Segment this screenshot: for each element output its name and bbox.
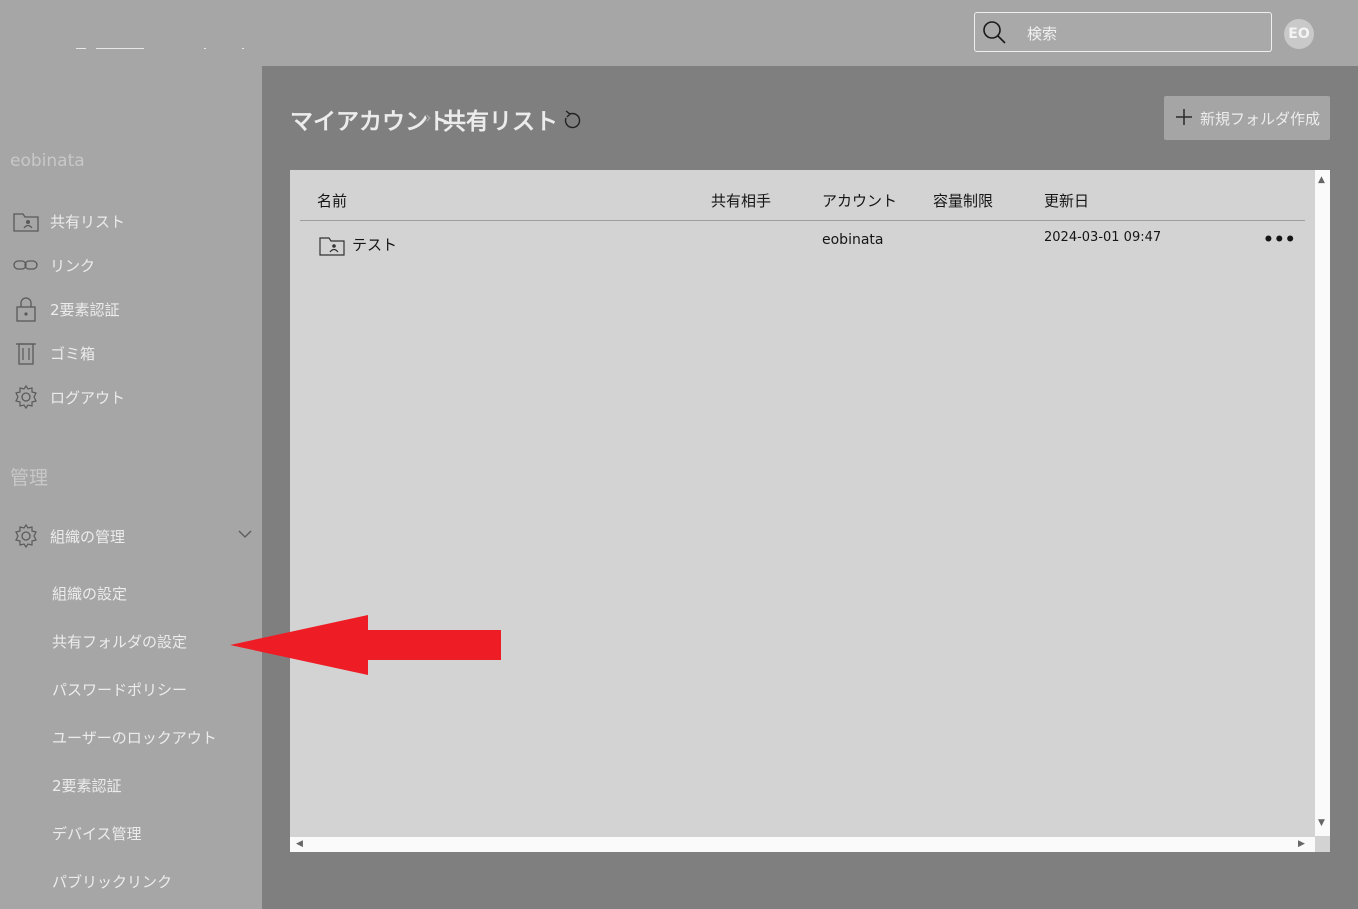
- search-placeholder[interactable]: 検索: [1027, 23, 1057, 44]
- column-header-account[interactable]: アカウント: [822, 190, 897, 211]
- sidebar-item-label: ゴミ箱: [50, 345, 96, 363]
- link-icon: [13, 260, 38, 270]
- more-options-icon[interactable]: •••: [1263, 232, 1296, 253]
- new-folder-button[interactable]: 新規フォルダ作成: [1164, 96, 1330, 140]
- scroll-down-icon[interactable]: ▼: [1318, 818, 1325, 828]
- new-folder-label: 新規フォルダ作成: [1200, 110, 1321, 128]
- sidebar: eobinata 共有リスト リンク 2要素認証 ゴミ箱 ログアウト 管理 組織…: [0, 66, 262, 909]
- folder-user-icon: [319, 237, 345, 256]
- sidebar-item-label: ログアウト: [50, 389, 126, 407]
- sidebar-group-label: 組織の管理: [50, 528, 126, 546]
- annotation-arrow: [230, 615, 501, 675]
- sidebar-group-org-management[interactable]: 組織の管理: [12, 522, 252, 550]
- table-row-updated: 2024-03-01 09:47: [1044, 230, 1162, 245]
- table-row-name[interactable]: テスト: [352, 234, 397, 255]
- chevron-down-icon[interactable]: [236, 528, 254, 540]
- sidebar-subitem-shared-folder-settings[interactable]: 共有フォルダの設定: [52, 631, 187, 652]
- gear-icon: [15, 523, 37, 549]
- sidebar-item-logout[interactable]: ログアウト: [12, 383, 252, 411]
- sidebar-user-name: eobinata: [10, 151, 85, 171]
- header-divider: [300, 220, 1305, 221]
- sidebar-subitem-org-settings[interactable]: 組織の設定: [52, 583, 127, 604]
- scroll-left-icon[interactable]: ◀: [296, 839, 303, 849]
- top-bar: 検索 EO: [0, 0, 1358, 66]
- refresh-icon[interactable]: [561, 108, 583, 132]
- sidebar-item-shared-list[interactable]: 共有リスト: [12, 207, 252, 235]
- annotation-arrow-shape: [230, 615, 501, 675]
- sidebar-subitem-2fa[interactable]: 2要素認証: [52, 775, 122, 796]
- sidebar-subitem-device-management[interactable]: デバイス管理: [52, 823, 142, 844]
- sidebar-item-2fa[interactable]: 2要素認証: [12, 295, 252, 323]
- sidebar-item-trash[interactable]: ゴミ箱: [12, 339, 252, 367]
- breadcrumb-shared-list: 共有リスト: [443, 109, 558, 135]
- column-header-shared-with[interactable]: 共有相手: [711, 190, 771, 211]
- sidebar-item-label: リンク: [50, 257, 96, 275]
- column-header-updated[interactable]: 更新日: [1044, 190, 1089, 211]
- search-box[interactable]: 検索: [974, 12, 1272, 52]
- gear-icon: [15, 384, 37, 410]
- column-header-quota[interactable]: 容量制限: [933, 190, 993, 211]
- column-header-name[interactable]: 名前: [317, 190, 347, 211]
- sidebar-subitem-user-lockout[interactable]: ユーザーのロックアウト: [52, 727, 217, 748]
- breadcrumb-separator: ›: [425, 108, 432, 128]
- sidebar-subitem-password-policy[interactable]: パスワードポリシー: [52, 679, 187, 700]
- trash-icon: [16, 343, 36, 365]
- sidebar-section-admin: 管理: [10, 467, 49, 489]
- plus-icon: [1176, 109, 1192, 125]
- search-icon: [983, 21, 1006, 44]
- folder-user-icon: [13, 213, 39, 232]
- sidebar-item-label: 2要素認証: [50, 301, 120, 319]
- sidebar-subitem-public-link[interactable]: パブリックリンク: [52, 871, 172, 892]
- sidebar-item-link[interactable]: リンク: [12, 251, 252, 279]
- vertical-scrollbar[interactable]: ▲ ▼: [1315, 170, 1330, 836]
- avatar[interactable]: EO: [1284, 19, 1314, 49]
- horizontal-scrollbar[interactable]: ◀ ▶: [290, 837, 1315, 852]
- sidebar-item-label: 共有リスト: [50, 213, 126, 231]
- logo: [76, 48, 246, 51]
- file-table: 名前 共有相手 アカウント 容量制限 更新日 テスト eobinata 2024…: [290, 170, 1330, 852]
- scroll-up-icon[interactable]: ▲: [1318, 175, 1325, 185]
- table-row-account: eobinata: [822, 232, 884, 248]
- scroll-right-icon[interactable]: ▶: [1298, 839, 1305, 849]
- lock-icon: [16, 297, 36, 322]
